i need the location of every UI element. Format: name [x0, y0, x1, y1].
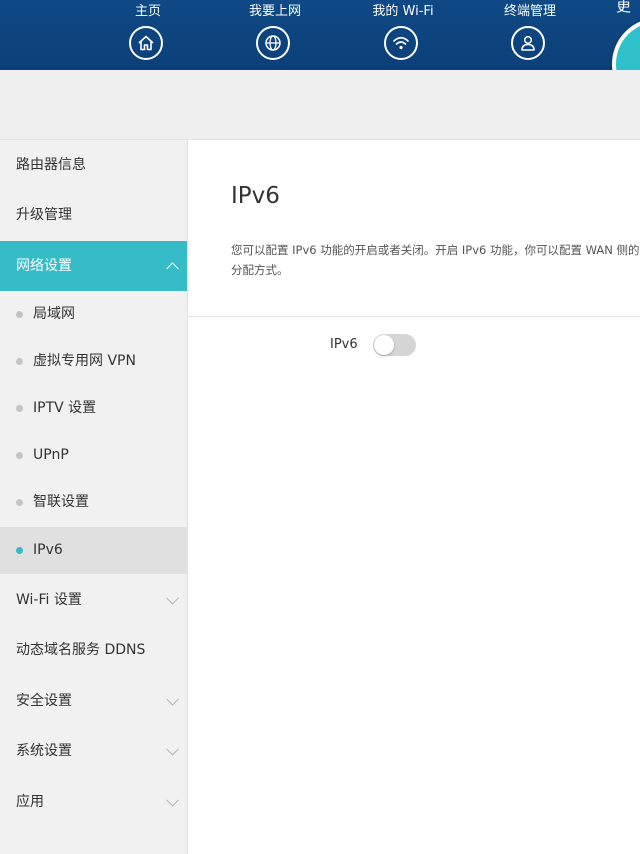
sidebar-item-apps-label: 应用 [16, 794, 44, 810]
sidebar-item-network-settings-label: 网络设置 [16, 258, 72, 274]
section-divider [188, 316, 640, 317]
nav-more-label[interactable]: 更 [616, 0, 640, 20]
home-icon [129, 26, 163, 60]
sidebar-item-security[interactable]: 安全设置 [0, 676, 187, 726]
bullet-dot-icon [16, 358, 23, 365]
bullet-dot-icon [16, 499, 23, 506]
nav-internet-label: 我要上网 [248, 4, 301, 19]
ipv6-toggle-label: IPv6 [330, 337, 358, 352]
user-icon [511, 26, 545, 60]
nav-my-wifi[interactable]: 我的 Wi-Fi [348, 0, 458, 70]
sidebar-subitem-iptv-label: IPTV 设置 [33, 400, 97, 416]
sidebar-item-system[interactable]: 系统设置 [0, 726, 187, 776]
bullet-dot-icon [16, 311, 23, 318]
sidebar-subitem-lan-label: 局域网 [33, 306, 75, 322]
chevron-up-icon [166, 262, 179, 276]
page-title: IPv6 [231, 183, 280, 209]
sidebar-item-network-settings[interactable]: 网络设置 [0, 241, 187, 291]
page-description-line-2: 分配方式。 [231, 263, 289, 277]
nav-devices[interactable]: 终端管理 [475, 0, 585, 70]
bullet-dot-icon [16, 405, 23, 412]
floating-action-circle[interactable] [612, 18, 640, 70]
sidebar-subitem-smart-link-label: 智联设置 [33, 494, 89, 510]
chevron-down-icon [166, 793, 179, 807]
sidebar-subitem-ipv6-label: IPv6 [33, 542, 63, 558]
page-description: 您可以配置 IPv6 功能的开启或者关闭。开启 IPv6 功能，你可以配置 WA… [231, 240, 640, 280]
sidebar-subitem-vpn-label: 虚拟专用网 VPN [33, 353, 136, 369]
bullet-dot-active-icon [16, 547, 23, 554]
sidebar-item-upgrade[interactable]: 升级管理 [0, 190, 187, 240]
sidebar-subitem-iptv[interactable]: IPTV 设置 [0, 385, 187, 432]
sidebar-subitem-upnp[interactable]: UPnP [0, 432, 187, 479]
sidebar-item-wifi-settings-label: Wi-Fi 设置 [16, 592, 82, 608]
sidebar-menu: 路由器信息 升级管理 网络设置 局域网 虚拟专用网 VPN IPTV 设置 UP… [0, 140, 188, 854]
bullet-dot-icon [16, 452, 23, 459]
chevron-down-icon [166, 692, 179, 706]
nav-internet[interactable]: 我要上网 [220, 0, 330, 70]
nav-my-wifi-label: 我的 Wi-Fi [372, 4, 434, 19]
sidebar-item-system-label: 系统设置 [16, 743, 72, 759]
ipv6-toggle-switch[interactable] [373, 334, 416, 356]
sidebar-subitem-upnp-label: UPnP [33, 447, 69, 463]
sidebar-subitem-vpn[interactable]: 虚拟专用网 VPN [0, 338, 187, 385]
sidebar-item-wifi-settings[interactable]: Wi-Fi 设置 [0, 575, 187, 625]
main-content-panel: IPv6 您可以配置 IPv6 功能的开启或者关闭。开启 IPv6 功能，你可以… [188, 140, 640, 854]
globe-icon [256, 26, 290, 60]
nav-home[interactable]: 主页 [93, 0, 203, 70]
sidebar-item-ddns[interactable]: 动态域名服务 DDNS [0, 625, 187, 675]
chevron-down-icon [166, 591, 179, 605]
sidebar-subitem-lan[interactable]: 局域网 [0, 291, 187, 338]
sidebar-item-security-label: 安全设置 [16, 693, 72, 709]
page-description-line-1: 您可以配置 IPv6 功能的开启或者关闭。开启 IPv6 功能，你可以配置 WA… [231, 243, 640, 257]
sidebar-item-router-info[interactable]: 路由器信息 [0, 140, 187, 190]
sidebar-item-apps[interactable]: 应用 [0, 777, 187, 827]
nav-devices-label: 终端管理 [503, 4, 556, 19]
sub-header-band [0, 70, 640, 140]
toggle-knob [374, 335, 394, 355]
wifi-icon [384, 26, 418, 60]
router-admin-app: 主页 我要上网 我的 Wi-Fi 终端管理 更 路由器信息 升级管理 网络设置 … [0, 0, 640, 854]
nav-home-label: 主页 [134, 4, 161, 19]
chevron-down-icon [166, 742, 179, 756]
sidebar-subitem-ipv6[interactable]: IPv6 [0, 527, 187, 574]
sidebar-subitem-smart-link[interactable]: 智联设置 [0, 479, 187, 526]
top-nav-bar: 主页 我要上网 我的 Wi-Fi 终端管理 更 [0, 0, 640, 70]
